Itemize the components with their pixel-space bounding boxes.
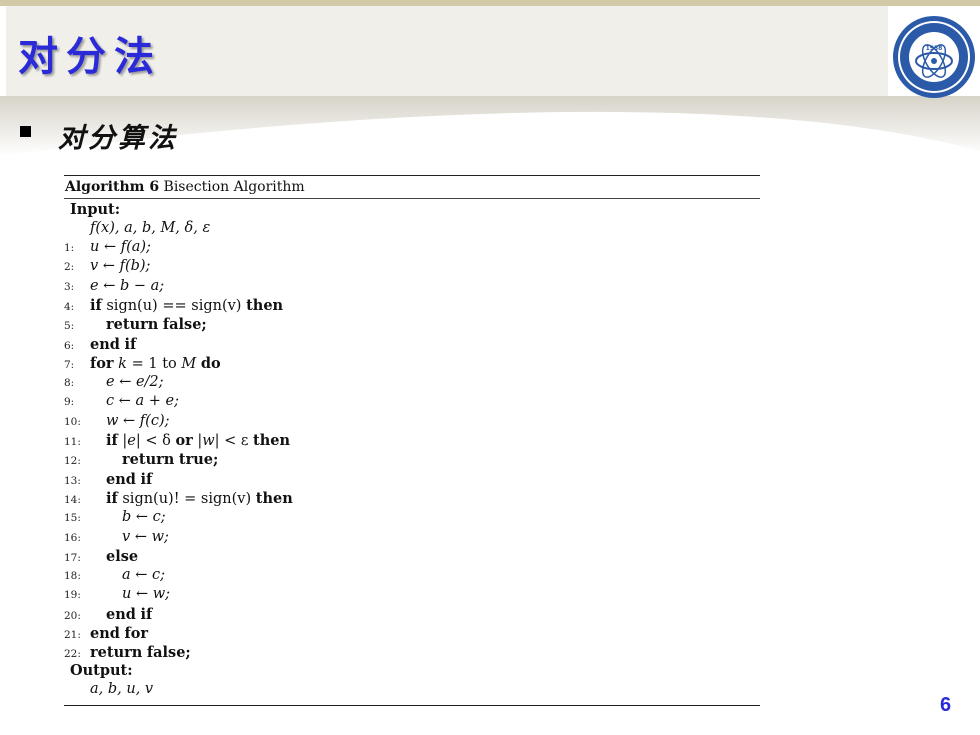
algorithm-output-label: Output: xyxy=(70,662,133,679)
line-code: c ← a + e; xyxy=(106,393,179,410)
line-number: 3: xyxy=(64,280,75,293)
line-code: u ← f(a); xyxy=(90,239,151,255)
line-code: return false; xyxy=(90,644,191,662)
algorithm-caption-label: Algorithm 6 xyxy=(65,179,160,195)
slide-subtitle: 对分算法 xyxy=(58,123,178,154)
line-code: a ← c; xyxy=(122,567,166,584)
algorithm-line: 20: end if xyxy=(64,605,152,624)
logo-year: 1958 xyxy=(926,45,943,52)
algorithm-line: 5: return false; xyxy=(64,315,207,334)
line-number: 2: xyxy=(64,261,75,274)
algorithm-bottom-rule xyxy=(64,705,760,706)
algorithm-input-label: Input: xyxy=(70,201,121,218)
line-code: if |e| < δ or |w| < ε then xyxy=(106,432,291,449)
line-code: u ← w; xyxy=(122,586,171,603)
line-code: v ← f(b); xyxy=(90,258,151,275)
algorithm-line: 11: if |e| < δ or |w| < ε then xyxy=(64,431,290,450)
line-number: 14: xyxy=(64,493,81,506)
algorithm-line: 17: else xyxy=(64,547,138,566)
line-number: 20: xyxy=(64,609,81,622)
line-number: 8: xyxy=(64,377,75,390)
line-code: b ← c; xyxy=(122,509,166,526)
algorithm-input-values: f(x), a, b, M, δ, ε xyxy=(90,220,211,236)
algorithm-line: 18: a ← c; xyxy=(64,566,165,585)
algorithm-line: 21: end for xyxy=(64,624,148,643)
line-number: 21: xyxy=(64,629,81,641)
algorithm-line: 6: end if xyxy=(64,335,136,354)
line-code: e ← e/2; xyxy=(106,374,164,391)
line-code: end if xyxy=(90,335,137,353)
line-number: 5: xyxy=(64,320,75,333)
slide-title: 对分法 xyxy=(18,33,162,80)
line-code: end for xyxy=(90,625,149,642)
line-code: end if xyxy=(106,605,153,623)
line-number: 12: xyxy=(64,455,81,468)
algorithm-line: 14: if sign(u)! = sign(v) then xyxy=(64,489,293,508)
line-number: 17: xyxy=(64,551,81,564)
algorithm-line: 4: if sign(u) == sign(v) then xyxy=(64,296,283,315)
algorithm-line: 13: end if xyxy=(64,470,152,489)
algorithm-line: 9: c ← a + e; xyxy=(64,392,179,411)
line-code: if sign(u) == sign(v) then xyxy=(90,296,284,314)
algorithm-line: 15: b ← c; xyxy=(64,508,166,527)
line-number: 7: xyxy=(64,358,75,371)
algorithm-top-rule xyxy=(64,175,760,176)
algorithm-line: 12: return true; xyxy=(64,450,218,469)
line-number: 15: xyxy=(64,512,81,525)
algorithm-caption-text: Bisection Algorithm xyxy=(163,179,305,195)
line-code: w ← f(c); xyxy=(106,412,170,429)
line-code: v ← w; xyxy=(122,528,169,545)
algorithm-line: 8: e ← e/2; xyxy=(64,373,164,392)
line-number: 18: xyxy=(64,570,81,583)
line-code: if sign(u)! = sign(v) then xyxy=(106,489,293,507)
line-number: 13: xyxy=(64,474,81,487)
line-code: end if xyxy=(106,470,153,488)
algorithm-line: 2: v ← f(b); xyxy=(64,257,150,276)
line-code: return true; xyxy=(122,451,219,469)
line-number: 6: xyxy=(64,339,75,352)
university-seal-icon: 1958 xyxy=(893,16,975,98)
algorithm-line: 19: u ← w; xyxy=(64,585,170,604)
algorithm-line: 1: u ← f(a); xyxy=(64,238,151,257)
line-code: else xyxy=(106,547,139,565)
line-number: 1: xyxy=(64,242,75,254)
algorithm-line: 22: return false; xyxy=(64,643,191,662)
line-number: 11: xyxy=(64,436,81,448)
algorithm-output-values: a, b, u, v xyxy=(90,681,154,697)
line-number: 9: xyxy=(64,396,75,409)
line-number: 19: xyxy=(64,589,81,602)
line-number: 10: xyxy=(64,415,81,428)
bullet-square xyxy=(20,126,31,137)
algorithm-caption: Algorithm 6 Bisection Algorithm xyxy=(65,179,305,195)
line-code: return false; xyxy=(106,316,207,334)
algorithm-line: 16: v ← w; xyxy=(64,528,169,547)
line-code: e ← b − a; xyxy=(90,277,165,294)
page-number: 6 xyxy=(940,694,952,716)
algorithm-mid-rule xyxy=(64,198,760,199)
line-code: for k = 1 to M do xyxy=(90,354,221,372)
algorithm-line: 10: w ← f(c); xyxy=(64,412,169,431)
line-number: 4: xyxy=(64,300,75,313)
algorithm-line: 7: for k = 1 to M do xyxy=(64,354,221,373)
line-number: 16: xyxy=(64,531,81,544)
algorithm-line: 3: e ← b − a; xyxy=(64,277,164,296)
